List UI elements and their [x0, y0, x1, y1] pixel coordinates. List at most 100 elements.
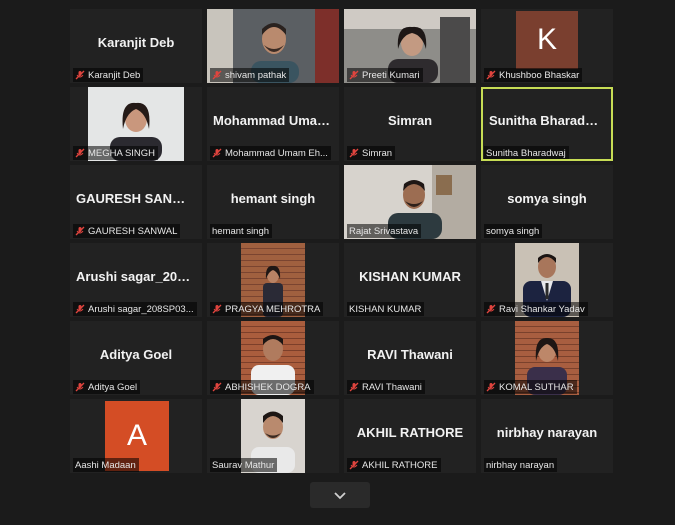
- participant-label: Karanjit Deb: [73, 68, 144, 82]
- participant-label: GAURESH SANWAL: [73, 224, 181, 238]
- participant-tile[interactable]: hemant singh hemant singh: [207, 165, 339, 239]
- participant-tile[interactable]: GAURESH SANWAL GAURESH SANWAL: [70, 165, 202, 239]
- participant-tile[interactable]: Aditya Goel Aditya Goel: [70, 321, 202, 395]
- participant-label-text: MEGHA SINGH: [88, 147, 156, 159]
- participant-name-large: Arushi sagar_208SP03...: [76, 269, 202, 284]
- participant-label: KOMAL SUTHAR: [484, 380, 577, 394]
- mic-muted-icon: [75, 304, 85, 314]
- mic-muted-icon: [75, 226, 85, 236]
- participant-name-large: GAURESH SANWAL: [76, 191, 201, 206]
- participant-label: KISHAN KUMAR: [347, 302, 425, 316]
- participant-label: somya singh: [484, 224, 543, 238]
- participant-label-text: Simran: [362, 147, 393, 159]
- participant-name-large: Aditya Goel: [99, 347, 173, 362]
- participant-label: Ravi Shankar Yadav: [484, 302, 588, 316]
- mic-muted-icon: [349, 148, 359, 158]
- mic-muted-icon: [486, 304, 496, 314]
- participant-label-text: Khushboo Bhaskar: [499, 69, 580, 81]
- participant-tile[interactable]: KOMAL SUTHAR: [481, 321, 613, 395]
- participant-name-large: AKHIL RATHORE: [356, 425, 464, 440]
- participant-tile[interactable]: K Khushboo Bhaskar: [481, 9, 613, 83]
- participant-label: nirbhay narayan: [484, 458, 558, 472]
- participant-tile-active-speaker[interactable]: Sunitha Bharadwaj Sunitha Bharadwaj: [481, 87, 613, 161]
- participant-label-text: Saurav Mathur: [212, 459, 275, 471]
- show-more-participants-button[interactable]: [310, 482, 370, 508]
- participant-label-text: AKHIL RATHORE: [362, 459, 438, 471]
- mic-muted-icon: [75, 70, 85, 80]
- participant-tile[interactable]: Rajat Srivastava: [344, 165, 476, 239]
- participant-name-large: Karanjit Deb: [97, 35, 175, 50]
- participant-label: RAVI Thawani: [347, 380, 425, 394]
- participant-tile[interactable]: AKHIL RATHORE AKHIL RATHORE: [344, 399, 476, 473]
- participant-label: Sunitha Bharadwaj: [484, 146, 569, 159]
- participant-label: Mohammad Umam Eh...: [210, 146, 331, 160]
- participant-label-text: PRAGYA MEHROTRA: [225, 303, 321, 315]
- mic-muted-icon: [212, 148, 222, 158]
- participant-label-text: Sunitha Bharadwaj: [486, 147, 566, 159]
- participant-label-text: Aditya Goel: [88, 381, 138, 393]
- mic-muted-icon: [212, 382, 222, 392]
- participant-tile[interactable]: somya singh somya singh: [481, 165, 613, 239]
- participant-label: AKHIL RATHORE: [347, 458, 441, 472]
- participant-tile[interactable]: ABHISHEK DOGRA: [207, 321, 339, 395]
- participant-label: MEGHA SINGH: [73, 146, 159, 160]
- participant-label-text: Arushi sagar_208SP03...: [88, 303, 194, 315]
- participant-label: hemant singh: [210, 224, 273, 238]
- participant-tile[interactable]: Karanjit Deb Karanjit Deb: [70, 9, 202, 83]
- participant-name-large: hemant singh: [230, 191, 316, 206]
- participant-avatar: K: [516, 11, 578, 69]
- participant-tile[interactable]: Arushi sagar_208SP03... Arushi sagar_208…: [70, 243, 202, 317]
- participant-label-text: Mohammad Umam Eh...: [225, 147, 328, 159]
- participant-label-text: nirbhay narayan: [486, 459, 555, 471]
- participant-tile[interactable]: MEGHA SINGH: [70, 87, 202, 161]
- participant-label: Khushboo Bhaskar: [484, 68, 583, 82]
- participant-label-text: KOMAL SUTHAR: [499, 381, 574, 393]
- mic-muted-icon: [349, 382, 359, 392]
- participant-tile[interactable]: Mohammad Umam Ehsan Mohammad Umam Eh...: [207, 87, 339, 161]
- participant-label: Preeti Kumari: [347, 68, 423, 82]
- participant-tile[interactable]: Saurav Mathur: [207, 399, 339, 473]
- participant-tile[interactable]: A Aashi Madaan: [70, 399, 202, 473]
- participant-label: Arushi sagar_208SP03...: [73, 302, 197, 316]
- participant-name-large: Mohammad Umam Ehsan: [213, 113, 339, 128]
- mic-muted-icon: [349, 460, 359, 470]
- participant-label-text: Preeti Kumari: [362, 69, 420, 81]
- participant-label-text: hemant singh: [212, 225, 270, 237]
- mic-muted-icon: [486, 382, 496, 392]
- participant-name-large: nirbhay narayan: [496, 425, 598, 440]
- participant-label-text: Aashi Madaan: [75, 459, 136, 471]
- mic-muted-icon: [75, 148, 85, 158]
- mic-muted-icon: [212, 304, 222, 314]
- participant-tile[interactable]: Preeti Kumari: [344, 9, 476, 83]
- mic-muted-icon: [212, 70, 222, 80]
- participant-tile[interactable]: PRAGYA MEHROTRA: [207, 243, 339, 317]
- participant-name-large: Simran: [387, 113, 433, 128]
- participant-label: Rajat Srivastava: [347, 224, 422, 238]
- participant-label-text: KISHAN KUMAR: [349, 303, 422, 315]
- chevron-down-icon: [334, 491, 346, 499]
- mic-muted-icon: [349, 70, 359, 80]
- participant-label-text: Karanjit Deb: [88, 69, 141, 81]
- participant-label-text: GAURESH SANWAL: [88, 225, 178, 237]
- participant-name-large: somya singh: [507, 191, 587, 206]
- mic-muted-icon: [75, 382, 85, 392]
- participant-tile[interactable]: RAVI Thawani RAVI Thawani: [344, 321, 476, 395]
- participant-label: shivam pathak: [210, 68, 290, 82]
- participant-label-text: ABHISHEK DOGRA: [225, 381, 311, 393]
- participant-tile[interactable]: nirbhay narayan nirbhay narayan: [481, 399, 613, 473]
- participant-tile[interactable]: KISHAN KUMAR KISHAN KUMAR: [344, 243, 476, 317]
- participant-name-large: RAVI Thawani: [367, 347, 453, 362]
- participant-label: Aditya Goel: [73, 380, 141, 394]
- participant-tile[interactable]: Ravi Shankar Yadav: [481, 243, 613, 317]
- participant-tile[interactable]: Simran Simran: [344, 87, 476, 161]
- participant-label: Simran: [347, 146, 396, 160]
- participant-label: Saurav Mathur: [210, 458, 278, 472]
- participant-name-large: Sunitha Bharadwaj: [489, 113, 607, 128]
- participant-label-text: somya singh: [486, 225, 540, 237]
- video-grid: Karanjit Deb Karanjit Deb shivam pathak: [70, 9, 613, 473]
- participant-tile[interactable]: shivam pathak: [207, 9, 339, 83]
- participant-label-text: Ravi Shankar Yadav: [499, 303, 585, 315]
- participant-label: PRAGYA MEHROTRA: [210, 302, 324, 316]
- participant-name-large: KISHAN KUMAR: [359, 269, 461, 284]
- participant-label: Aashi Madaan: [73, 458, 139, 472]
